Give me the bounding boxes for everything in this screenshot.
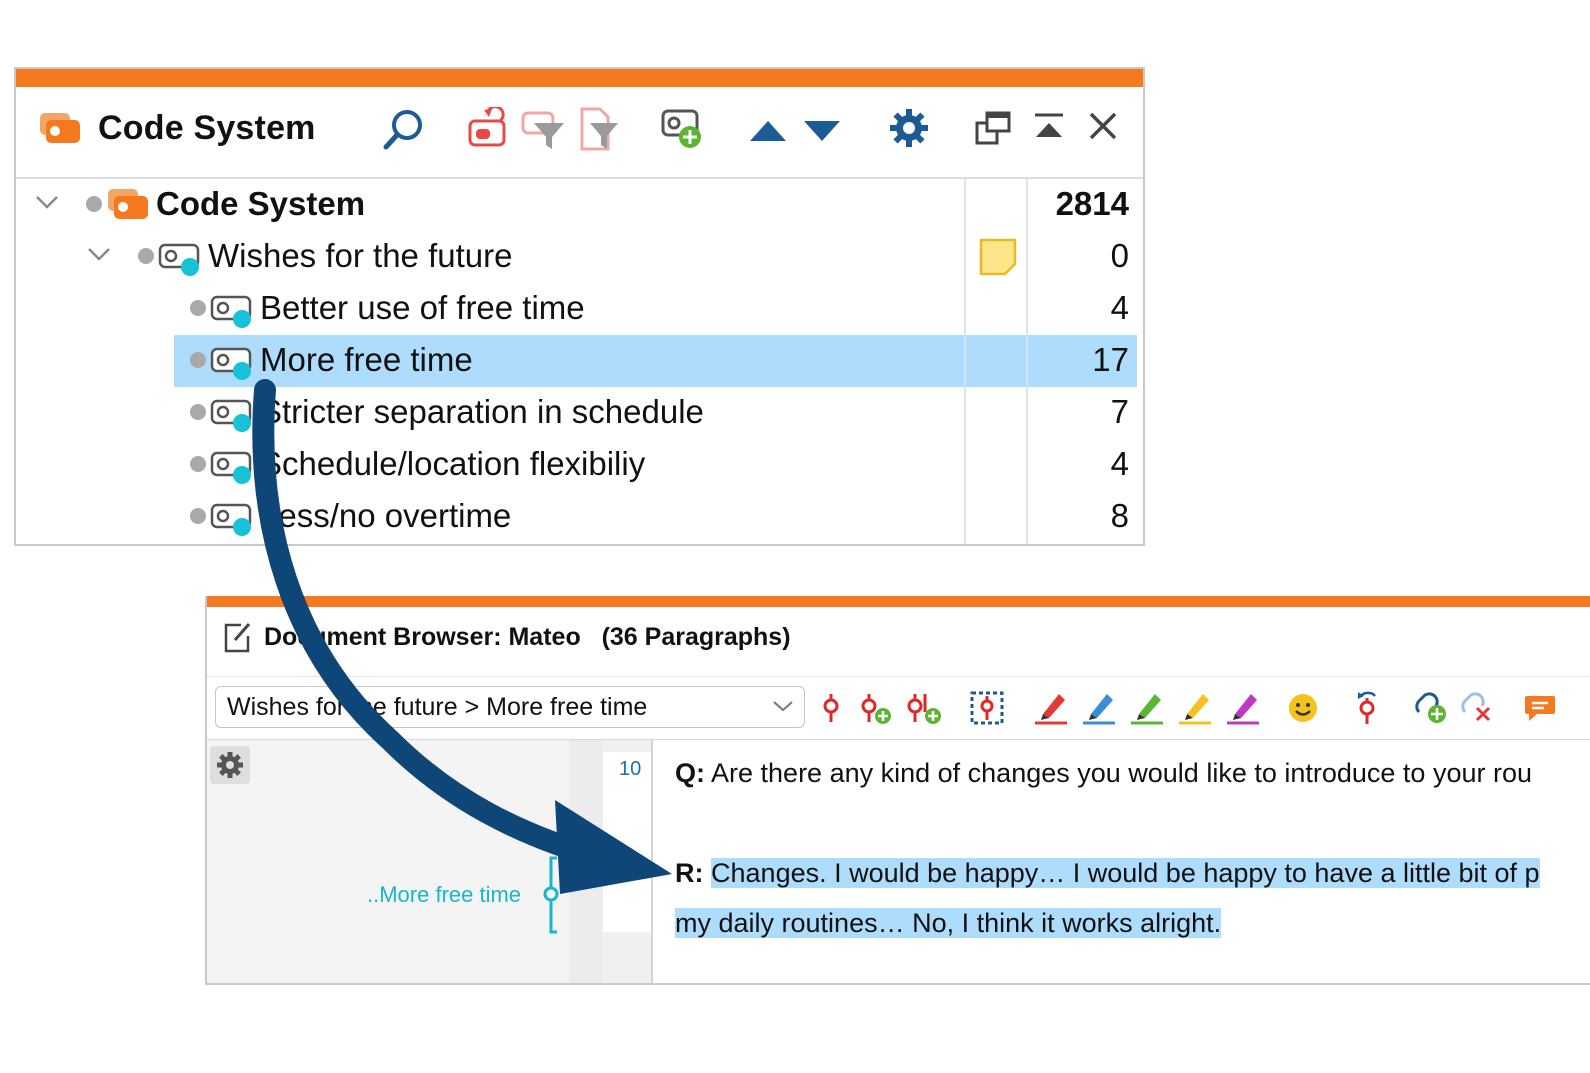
paragraph-number: 10 [619,758,642,780]
code-icon [210,345,256,388]
code-new-icon[interactable] [857,692,897,731]
screenshot-stage: Code System Code System 2814 Wishes for … [0,0,1590,1073]
code-icon [210,501,256,544]
collapse-icon[interactable] [1032,111,1066,150]
coded-segment-count: 4 [1110,445,1129,482]
undo-code-icon[interactable] [1353,690,1383,731]
code-recent-icon[interactable] [905,692,947,731]
tree-row-schedule-flexibility[interactable]: Schedule/location flexibiliy 4 [16,439,1143,491]
coded-segment-count: 7 [1110,393,1129,430]
coded-segment-text[interactable]: my daily routines… No, I think it works … [675,908,1222,938]
search-icon[interactable] [381,107,427,158]
tree-label: Stricter separation in schedule [260,393,704,430]
coded-segment-count: 8 [1110,497,1129,534]
coded-segment-count: 2814 [1055,185,1129,222]
answer-paragraph-continued: my daily routines… No, I think it works … [675,908,1222,939]
code-icon[interactable] [817,692,845,729]
panel-accent-bar [16,69,1143,87]
status-dot [190,456,206,472]
code-icon [210,397,256,440]
status-dot [190,508,206,524]
code-icon [210,293,256,336]
filter-code-icon[interactable] [520,107,566,158]
status-dot [138,248,154,264]
tree-row-better-use[interactable]: Better use of free time 4 [16,283,1143,335]
code-system-panel: Code System Code System 2814 Wishes for … [14,67,1145,546]
coded-segment-count: 0 [1110,237,1129,274]
code-system-toolbar: Code System [16,87,1143,179]
tree-row-code-system[interactable]: Code System 2814 [16,179,1143,231]
dropdown-value: Wishes for the future > More free time [227,693,648,721]
link-add-icon[interactable] [1413,690,1451,731]
emoticode-icon[interactable] [1287,692,1319,729]
document-text[interactable]: Q: Are there any kind of changes you wou… [675,740,1590,983]
code-icon [210,449,256,492]
text-divider [651,740,653,983]
highlight-magenta-icon[interactable] [1225,690,1261,731]
filter-document-icon[interactable] [578,107,624,158]
tree-row-wishes[interactable]: Wishes for the future 0 [16,231,1143,283]
highlight-yellow-icon[interactable] [1177,690,1213,731]
coding-stripe-area: 10 ..More free time [207,740,653,983]
coded-segment-text[interactable]: Changes. I would be happy… I would be ha… [711,858,1540,888]
document-browser-panel: Document Browser: Mateo (36 Paragraphs) … [205,596,1590,985]
speaker-label: R: [675,858,704,888]
status-dot [86,196,102,212]
tree-label: Less/no overtime [260,497,512,534]
tree-row-less-overtime[interactable]: Less/no overtime 8 [16,491,1143,543]
chevron-down-icon[interactable] [34,193,60,218]
code-selection-icon[interactable] [969,690,1005,731]
highlight-green-icon[interactable] [1129,690,1165,731]
status-dot [190,404,206,420]
paragraph-text: Are there any kind of changes you would … [711,758,1532,788]
move-down-icon[interactable] [802,115,842,150]
coding-stripe-label[interactable]: ..More free time [367,882,521,908]
close-icon[interactable] [1086,109,1120,148]
stripe-gutter [569,740,603,983]
document-browser-title: Document Browser: Mateo (36 Paragraphs) [264,623,791,652]
move-up-icon[interactable] [748,115,788,150]
panel-title: Code System [98,109,316,147]
chevron-down-icon [772,697,794,720]
edit-document-icon[interactable] [223,620,253,659]
coded-segment-count: 17 [1092,341,1129,378]
activate-codes-icon[interactable] [466,105,512,158]
stripe-settings-button[interactable] [210,746,250,784]
tree-label: Schedule/location flexibiliy [260,445,646,482]
code-tree: Code System 2814 Wishes for the future 0 [16,179,1143,544]
comment-icon[interactable] [1523,692,1557,729]
coding-stripe[interactable] [543,856,565,941]
undock-icon[interactable] [974,109,1014,154]
tree-label: Wishes for the future [208,237,513,274]
code-icon [158,241,204,284]
chevron-down-icon[interactable] [86,245,112,270]
code-system-icon [38,111,82,150]
status-dot [190,300,206,316]
tree-label: Better use of free time [260,289,585,326]
highlight-red-icon[interactable] [1033,690,1069,731]
tree-label: Code System [156,185,366,222]
header-divider [207,676,1590,677]
speaker-label: Q: [675,758,705,788]
tree-row-more-free-time[interactable]: More free time 17 [16,335,1143,387]
link-remove-icon[interactable] [1459,690,1497,731]
tree-row-stricter-separation[interactable]: Stricter separation in schedule 7 [16,387,1143,439]
code-filter-dropdown[interactable]: Wishes for the future > More free time [215,686,805,728]
answer-paragraph: R: Changes. I would be happy… I would be… [675,858,1540,889]
coded-segment-count: 4 [1110,289,1129,326]
highlight-blue-icon[interactable] [1081,690,1117,731]
code-system-icon [106,187,150,226]
panel-accent-bar [207,596,1590,607]
status-dot [190,352,206,368]
tree-label: More free time [260,341,473,378]
document-name: Document Browser: Mateo [264,623,581,651]
memo-icon[interactable] [978,237,1018,282]
new-code-icon[interactable] [660,107,708,158]
question-paragraph: Q: Are there any kind of changes you wou… [675,758,1532,789]
settings-icon[interactable] [888,107,930,154]
paragraph-count: (36 Paragraphs) [601,623,791,651]
